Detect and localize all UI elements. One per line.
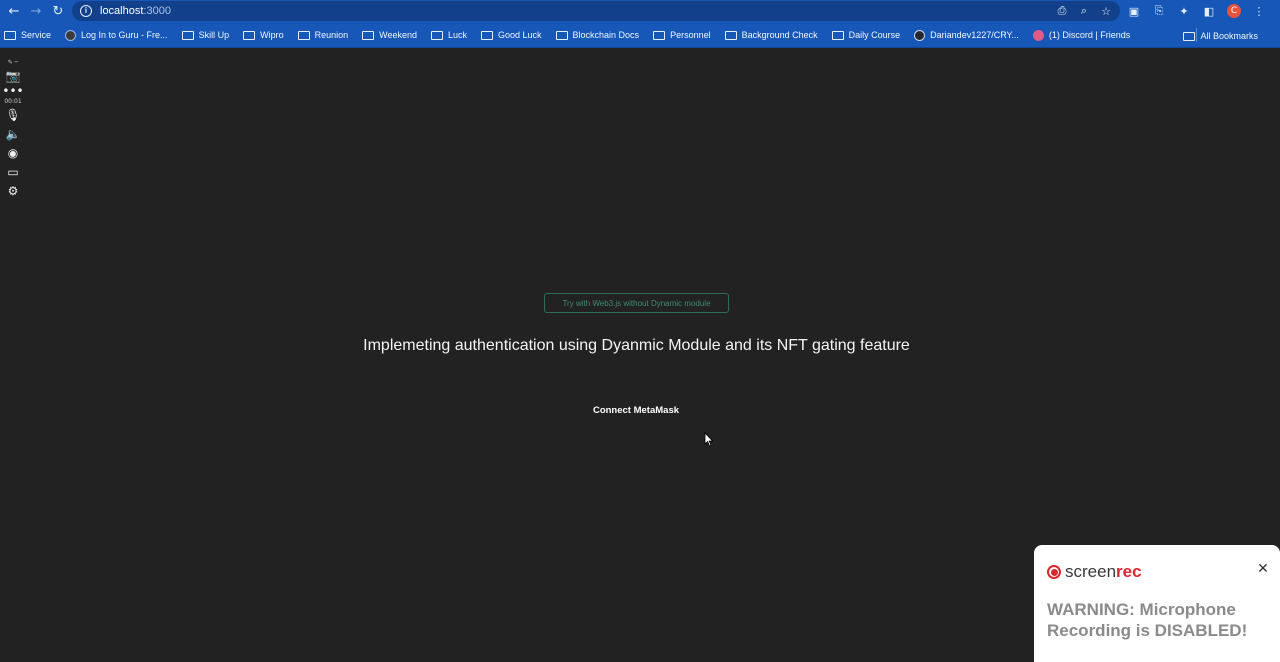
install-app-icon[interactable]: ⎙	[1054, 3, 1070, 19]
folder-icon	[724, 30, 737, 40]
folder-icon	[653, 30, 666, 40]
github-icon	[914, 29, 926, 41]
more-icon[interactable]: •••	[2, 84, 23, 98]
folder-icon	[297, 30, 310, 40]
reload-icon[interactable]: ↻	[47, 1, 69, 23]
folder-icon	[181, 30, 194, 40]
back-icon[interactable]: ←	[3, 1, 25, 23]
brand-rec: rec	[1116, 562, 1142, 581]
record-icon	[1047, 565, 1061, 579]
recording-timer: 00:01	[4, 97, 22, 105]
folder-icon	[362, 30, 375, 40]
bookmark-wipro[interactable]: Wipro	[243, 25, 290, 45]
speaker-icon[interactable]: 🔈	[4, 125, 22, 143]
extension-save-icon[interactable]: ▣	[1124, 1, 1144, 21]
bookmark-weekend[interactable]: Weekend	[362, 25, 423, 45]
camera-icon[interactable]: 📷	[4, 67, 22, 85]
microphone-icon[interactable]: 🎙	[4, 106, 22, 124]
bookmark-luck[interactable]: Luck	[430, 25, 473, 45]
folder-icon	[555, 30, 568, 40]
folder-icon	[831, 30, 844, 40]
side-panel-icon[interactable]: ◧	[1199, 1, 1219, 21]
browser-toolbar: ← → ↻ i localhost:3000 ⎙ ⌕ ☆ ▣ ⎘ ✦ ◧ C ⋮	[0, 0, 1280, 23]
window-icon[interactable]: ▭	[4, 163, 22, 181]
bookmark-background-check[interactable]: Background Check	[724, 25, 824, 45]
guru-icon	[65, 29, 77, 41]
toast-warning-message: WARNING: Microphone Recording is DISABLE…	[1047, 600, 1248, 640]
extension-print-icon[interactable]: ⎘	[1149, 1, 1169, 21]
brand-screen: screen	[1065, 562, 1117, 581]
bookmark-blockchain-docs[interactable]: Blockchain Docs	[555, 25, 646, 45]
screenrec-toast: screen rec ✕ WARNING: Microphone Recordin…	[1034, 545, 1280, 662]
profile-initial: C	[1227, 4, 1241, 18]
pen-icon[interactable]: ✎ ─	[4, 58, 22, 66]
address-bar[interactable]: i localhost:3000 ⎙ ⌕ ☆	[72, 1, 1120, 21]
bookmark-discord[interactable]: (1) Discord | Friends	[1032, 25, 1136, 45]
folder-icon	[1183, 31, 1196, 41]
bookmark-daily-course[interactable]: Daily Course	[831, 25, 907, 45]
recorder-toolbar: ✎ ─ 📷 ••• 00:01 🎙 🔈 ◉ ▭ ⚙	[2, 58, 23, 201]
screenrec-logo: screen rec	[1047, 562, 1142, 582]
extensions-puzzle-icon[interactable]: ✦	[1174, 1, 1194, 21]
url-host: localhost	[100, 5, 144, 17]
folder-icon	[481, 30, 493, 40]
bookmarks-bar: Service Log In to Guru - Fre... Skill Up…	[0, 23, 1280, 48]
mouse-cursor-icon	[704, 432, 714, 447]
bookmark-star-icon[interactable]: ☆	[1098, 3, 1114, 19]
connect-metamask-button[interactable]: Connect MetaMask	[576, 401, 696, 419]
all-bookmarks-button[interactable]: All Bookmarks	[1183, 26, 1264, 46]
bookmark-skill-up[interactable]: Skill Up	[181, 25, 236, 45]
bookmark-service[interactable]: Service	[4, 25, 57, 45]
bookmark-personnel[interactable]: Personnel	[653, 25, 717, 45]
folder-icon	[243, 30, 256, 40]
browser-menu-icon[interactable]: ⋮	[1249, 1, 1269, 21]
bookmark-github[interactable]: Dariandev1227/CRY...	[914, 25, 1025, 45]
forward-icon[interactable]: →	[25, 1, 47, 23]
settings-gear-icon[interactable]: ⚙	[4, 182, 22, 200]
folder-icon	[430, 30, 443, 40]
profile-avatar[interactable]: C	[1224, 1, 1244, 21]
bookmark-reunion[interactable]: Reunion	[297, 25, 355, 45]
folder-icon	[4, 30, 16, 40]
web3-link-button[interactable]: Try with Web3.js without Dynamic module	[544, 293, 729, 313]
site-info-icon[interactable]: i	[80, 5, 92, 17]
page-heading: Implemeting authentication using Dyanmic…	[363, 337, 910, 354]
discord-icon	[1032, 29, 1044, 41]
webcam-icon[interactable]: ◉	[4, 144, 22, 162]
zoom-icon[interactable]: ⌕	[1076, 3, 1092, 19]
url-port: :3000	[143, 5, 171, 17]
close-icon[interactable]: ✕	[1256, 561, 1270, 577]
bookmark-good-luck[interactable]: Good Luck	[481, 25, 548, 45]
bookmark-guru[interactable]: Log In to Guru - Fre...	[65, 25, 174, 45]
